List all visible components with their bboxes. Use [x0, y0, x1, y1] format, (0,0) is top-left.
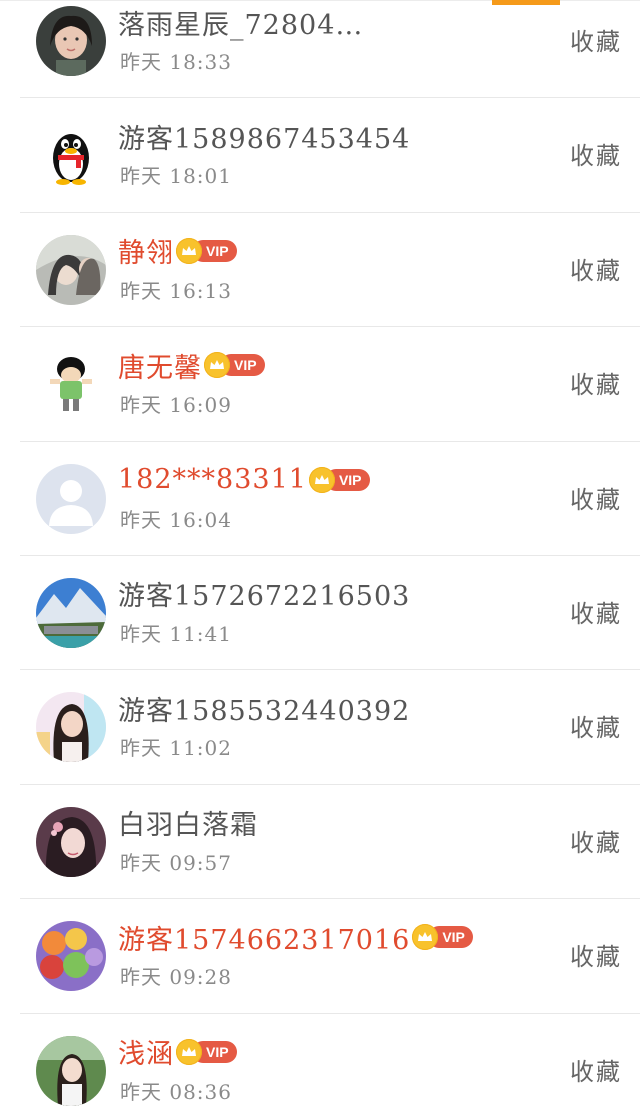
favorite-button[interactable]: 收藏	[570, 136, 622, 171]
visitor-list-page: 落雨星辰_72804… 昨天 18:33 收藏 游客1589867453454 …	[0, 0, 640, 1109]
vip-badge: VIP	[308, 466, 370, 493]
list-item[interactable]: 静翎 VIP 昨天 16:13 收藏	[0, 213, 640, 328]
name-line: 落雨星辰_72804…	[118, 2, 363, 42]
list-item[interactable]: 游客1574662317016 VIP 昨天 09:28 收藏	[0, 899, 640, 1014]
user-name[interactable]: 浅涵	[118, 1032, 174, 1071]
cartoon-kid-avatar[interactable]	[36, 349, 106, 420]
favorite-button[interactable]: 收藏	[570, 594, 622, 629]
list-item[interactable]: 游客1589867453454 昨天 18:01 收藏	[0, 98, 640, 213]
list-item[interactable]: 唐无馨 VIP 昨天 16:09 收藏	[0, 327, 640, 442]
visit-time: 昨天 09:28	[120, 965, 232, 990]
girl-outdoor-avatar[interactable]	[36, 1035, 106, 1106]
name-line: 白羽白落霜	[118, 803, 258, 843]
favorite-button[interactable]: 收藏	[570, 708, 622, 743]
default-user-avatar[interactable]	[36, 463, 106, 534]
user-name[interactable]: 落雨星辰_72804…	[118, 3, 363, 42]
name-line: 静翎 VIP	[118, 231, 237, 271]
user-name[interactable]: 游客1574662317016	[118, 918, 410, 957]
landscape-avatar[interactable]	[36, 577, 106, 648]
crown-icon	[176, 1038, 202, 1065]
name-line: 游客1585532440392	[118, 688, 410, 728]
list-item[interactable]: 落雨星辰_72804… 昨天 18:33 收藏	[0, 0, 640, 99]
name-line: 游客1574662317016 VIP	[118, 917, 473, 957]
user-name[interactable]: 182***83311	[118, 464, 307, 495]
user-name[interactable]: 游客1589867453454	[118, 117, 410, 156]
visit-time: 昨天 08:36	[120, 1079, 232, 1104]
illustration-avatar[interactable]	[36, 234, 106, 305]
favorite-button[interactable]: 收藏	[570, 823, 622, 858]
list-item[interactable]: 白羽白落霜 昨天 09:57 收藏	[0, 785, 640, 900]
user-name[interactable]: 游客1572672216503	[118, 574, 410, 613]
visit-time: 昨天 11:02	[120, 736, 232, 761]
user-name[interactable]: 静翎	[118, 231, 174, 270]
vip-badge: VIP	[204, 352, 265, 379]
visit-time: 昨天 11:41	[120, 621, 232, 646]
visit-time: 昨天 18:01	[120, 164, 232, 189]
vip-badge: VIP	[176, 237, 237, 264]
visit-time: 昨天 18:33	[120, 50, 232, 74]
favorite-button[interactable]: 收藏	[570, 365, 622, 400]
list-item[interactable]: 182***83311 VIP 昨天 16:04 收藏	[0, 442, 640, 556]
vip-badge: VIP	[412, 924, 473, 951]
user-photo-avatar[interactable]	[36, 6, 106, 76]
name-line: 游客1589867453454	[118, 116, 410, 156]
name-line: 唐无馨 VIP	[118, 345, 265, 385]
user-name[interactable]: 唐无馨	[118, 346, 202, 385]
visit-time: 昨天 09:57	[120, 850, 232, 875]
favorite-button[interactable]: 收藏	[570, 251, 622, 286]
name-line: 182***83311 VIP	[118, 460, 370, 500]
anime-girl-avatar[interactable]	[36, 806, 106, 877]
user-name[interactable]: 白羽白落霜	[118, 803, 258, 842]
visit-time: 昨天 16:09	[120, 393, 232, 418]
list-item[interactable]: 游客1585532440392 昨天 11:02 收藏	[0, 670, 640, 785]
name-line: 浅涵 VIP	[118, 1032, 237, 1072]
visit-time: 昨天 16:04	[120, 507, 232, 532]
macaron-avatar[interactable]	[36, 921, 106, 992]
vip-badge: VIP	[176, 1038, 237, 1065]
list-item[interactable]: 浅涵 VIP 昨天 08:36 收藏	[0, 1014, 640, 1109]
qq-penguin-avatar[interactable]	[36, 120, 106, 191]
user-name[interactable]: 游客1585532440392	[118, 689, 410, 728]
visitor-list: 落雨星辰_72804… 昨天 18:33 收藏 游客1589867453454 …	[0, 0, 640, 1109]
crown-icon	[176, 237, 202, 264]
name-line: 游客1572672216503	[118, 574, 410, 614]
visit-time: 昨天 16:13	[120, 278, 232, 303]
crown-icon	[308, 466, 335, 493]
favorite-button[interactable]: 收藏	[570, 937, 622, 972]
favorite-button[interactable]: 收藏	[570, 480, 622, 515]
girl-photo-avatar[interactable]	[36, 692, 106, 763]
favorite-button[interactable]: 收藏	[570, 22, 622, 57]
crown-icon	[204, 352, 230, 379]
favorite-button[interactable]: 收藏	[570, 1052, 622, 1087]
list-item[interactable]: 游客1572672216503 昨天 11:41 收藏	[0, 556, 640, 671]
